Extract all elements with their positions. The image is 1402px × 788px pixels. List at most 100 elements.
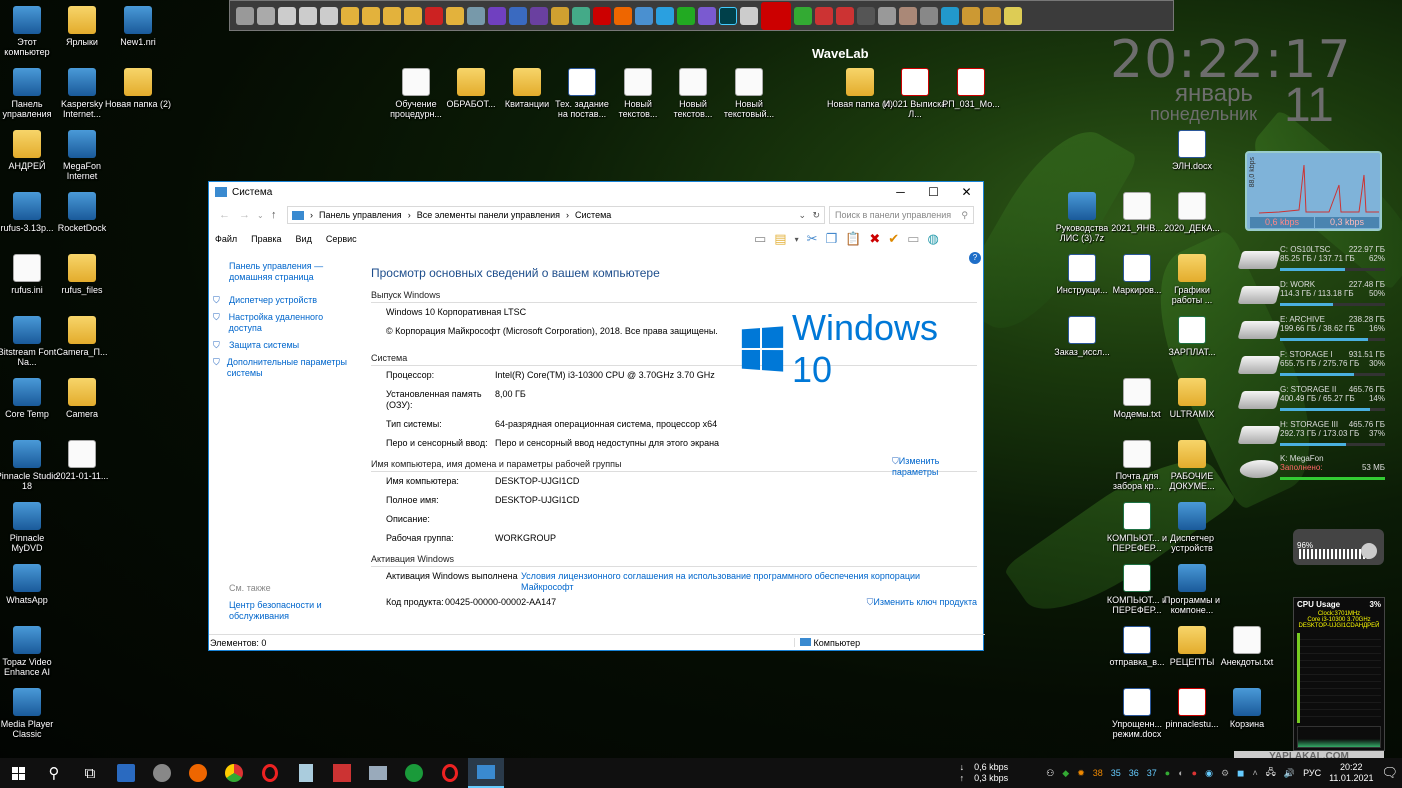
desktop-icon[interactable]: Pinnacle MyDVD — [0, 502, 60, 553]
desktop-icon[interactable]: Camera_П... — [49, 316, 115, 357]
desktop-icon[interactable]: WhatsApp — [0, 564, 60, 605]
viber-icon[interactable] — [698, 6, 716, 25]
browser-icon[interactable] — [572, 6, 590, 25]
firefox-taskbar[interactable] — [180, 758, 216, 788]
desktop-icon[interactable]: Корзина — [1214, 688, 1280, 729]
wavelab-icon[interactable] — [761, 1, 791, 30]
check-icon[interactable]: ✔ — [888, 231, 899, 247]
notepad-taskbar[interactable] — [288, 758, 324, 788]
maximize-button[interactable]: ☐ — [917, 182, 950, 202]
system-window-taskbar[interactable] — [468, 758, 504, 788]
kaspersky-icon[interactable]: ◆ — [1062, 768, 1069, 779]
help-icon[interactable]: ? — [969, 252, 981, 264]
search-icon[interactable]: ⚲ — [36, 758, 72, 788]
left-pane-link[interactable]: ⛉ Диспетчер устройств — [213, 295, 354, 306]
opera-icon[interactable] — [593, 6, 611, 25]
drive-item[interactable]: E: ARCHIVE 238.28 ГБ 199.66 ГБ / 38.62 ГБ 1… — [1237, 315, 1385, 347]
desktop-icon[interactable]: Программы и компоне... — [1159, 564, 1225, 615]
recent-chevron-icon[interactable]: ⌄ — [257, 211, 264, 220]
app-icon[interactable] — [530, 6, 548, 25]
whatsapp-icon[interactable] — [677, 6, 695, 25]
temp-core2[interactable]: 36 — [1129, 768, 1139, 778]
cut-icon[interactable]: ✂ — [807, 231, 818, 247]
app-icon[interactable] — [815, 6, 833, 25]
desktop-icon[interactable]: Media Player Classic — [0, 688, 60, 739]
taskbar-app[interactable] — [144, 758, 180, 788]
drive-icon[interactable] — [299, 6, 317, 25]
tray-app-icon[interactable]: ⚙ — [1221, 768, 1229, 779]
desktop-icon[interactable]: Анекдоты.txt — [1214, 626, 1280, 667]
disc-icon[interactable] — [920, 6, 938, 25]
app-icon[interactable] — [425, 6, 443, 25]
close-button[interactable]: ✕ — [950, 182, 983, 202]
desktop-icon[interactable]: ЗАРПЛАТ... — [1159, 316, 1225, 357]
breadcrumb-item[interactable]: Система — [575, 210, 611, 220]
security-center-link[interactable]: Центр безопасности и обслуживания — [229, 600, 339, 622]
desktop-icon[interactable]: Новая папка (2) — [105, 68, 171, 109]
pane-icon[interactable]: ▭ — [754, 231, 766, 247]
desktop-icon[interactable]: MegaFon Internet — [49, 130, 115, 181]
desktop-icon[interactable]: РАБОЧИЕ ДОКУМЕ... — [1159, 440, 1225, 491]
folder-icon[interactable] — [446, 6, 464, 25]
desktop-icon[interactable]: Topaz Video Enhance AI — [0, 626, 60, 677]
properties-icon[interactable]: ▭ — [907, 231, 919, 247]
tray-app-icon[interactable]: ◉ — [1205, 768, 1213, 779]
tools-icon[interactable] — [962, 6, 980, 25]
paste-icon[interactable]: 📋 — [845, 231, 861, 247]
tools-icon[interactable] — [983, 6, 1001, 25]
forward-arrow-icon[interactable]: → — [239, 209, 250, 221]
firefox-icon[interactable] — [614, 6, 632, 25]
tool-icon[interactable] — [257, 6, 275, 25]
change-params-link[interactable]: ⛉Изменить параметры — [892, 456, 962, 477]
back-arrow-icon[interactable]: ← — [219, 209, 230, 221]
desktop-icon[interactable]: Новый текстовый... — [716, 68, 782, 119]
telegram-icon[interactable] — [656, 6, 674, 25]
dropdown-chevron-icon[interactable]: ⌄ — [798, 210, 806, 221]
taskbar-app[interactable] — [324, 758, 360, 788]
speaker-icon[interactable] — [1361, 543, 1377, 559]
taskbar-app[interactable] — [108, 758, 144, 788]
desktop-icon[interactable]: Camera — [49, 378, 115, 419]
left-pane-link[interactable]: ⛉ Настройка удаленного доступа — [213, 312, 354, 334]
desktop-icon[interactable]: New1.nri — [105, 6, 171, 47]
drive-k[interactable]: K: MegaFon Заполнено: 53 МБ — [1237, 454, 1385, 486]
app-icon[interactable] — [878, 6, 896, 25]
tray-app-icon[interactable]: ◐ — [1178, 768, 1183, 778]
audition-icon[interactable] — [719, 6, 737, 25]
desktop-icon[interactable]: 2021-01-11... — [49, 440, 115, 481]
menu-edit[interactable]: Правка — [251, 234, 281, 244]
app-icon[interactable] — [857, 6, 875, 25]
app-icon[interactable] — [836, 6, 854, 25]
tools-icon[interactable] — [1004, 6, 1022, 25]
up-arrow-icon[interactable]: ↑ — [271, 209, 277, 221]
tray-app-icon[interactable]: ◼ — [1237, 768, 1244, 779]
app-icon[interactable] — [551, 6, 569, 25]
people-icon[interactable]: ⚇ — [1046, 768, 1054, 779]
desktop-icon[interactable]: ULTRAMIX — [1159, 378, 1225, 419]
copy-icon[interactable]: ❐ — [826, 231, 838, 247]
drive-item[interactable]: H: STORAGE III 465.76 ГБ 292.73 ГБ / 173.0… — [1237, 420, 1385, 452]
menu-view[interactable]: Вид — [296, 234, 312, 244]
start-button[interactable] — [0, 758, 36, 788]
folder-icon[interactable] — [341, 6, 359, 25]
breadcrumb-item[interactable]: Панель управления — [319, 210, 402, 220]
app-icon[interactable] — [635, 6, 653, 25]
opera-taskbar[interactable] — [432, 758, 468, 788]
desktop-icon[interactable]: RocketDock — [49, 192, 115, 233]
desktop-icon[interactable]: Диспетчер устройств — [1159, 502, 1225, 553]
app-icon[interactable] — [794, 6, 812, 25]
app-icon[interactable] — [509, 6, 527, 25]
tray-app-icon[interactable]: ● — [1192, 768, 1197, 778]
app-icon[interactable] — [488, 6, 506, 25]
app-icon[interactable] — [941, 6, 959, 25]
drive-item[interactable]: D: WORK 227.48 ГБ 114.3 ГБ / 113.18 ГБ 50% — [1237, 280, 1385, 312]
control-panel-home-link[interactable]: Панель управления — домашняя страница — [229, 261, 354, 283]
dropdown-icon[interactable]: ▾ — [795, 235, 799, 244]
delete-icon[interactable]: ✖ — [869, 231, 880, 247]
left-pane-link[interactable]: ⛉ Защита системы — [213, 340, 354, 351]
volume-icon[interactable]: 🔊 — [1284, 768, 1295, 779]
temp-core1[interactable]: 35 — [1111, 768, 1121, 778]
opera-taskbar[interactable] — [252, 758, 288, 788]
desktop-icon[interactable]: Заказ_иссл... — [1049, 316, 1115, 357]
folder-icon[interactable] — [383, 6, 401, 25]
